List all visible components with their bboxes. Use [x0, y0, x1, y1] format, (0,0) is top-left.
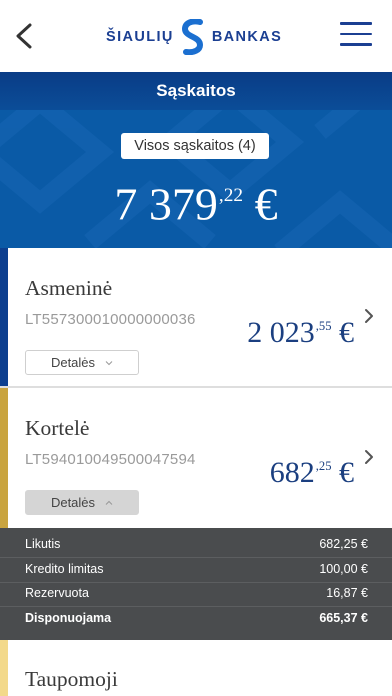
account-details-panel: Likutis 682,25 € Kredito limitas 100,00 …: [0, 528, 392, 640]
account-card-card[interactable]: Kortelė LT594010049500047594 682,25 € De…: [0, 388, 392, 528]
account-color-stripe: [0, 640, 8, 696]
details-row-value: 16,87 €: [326, 586, 368, 600]
total-currency-symbol: €: [254, 178, 278, 230]
account-name: Taupomoji: [25, 667, 118, 691]
chevron-down-icon: [105, 360, 113, 365]
details-row-reserved: Rezervuota 16,87 €: [25, 581, 368, 605]
chevron-up-icon: [105, 500, 113, 505]
account-balance: 682,25 €: [270, 456, 354, 490]
menu-button[interactable]: [340, 22, 372, 50]
total-balance-currency: [243, 178, 255, 229]
account-balance-decimal: ,55: [315, 319, 332, 334]
account-card-personal[interactable]: Asmeninė LT557300010000000036 2 023,55 €…: [0, 248, 392, 386]
back-button[interactable]: [8, 16, 44, 56]
account-color-stripe: [0, 388, 8, 528]
chevron-right-icon[interactable]: [362, 448, 376, 466]
total-balance: 7 379,22 €: [0, 166, 392, 234]
balance-gap: [332, 316, 340, 349]
brand-name-right: BANKAS: [211, 29, 283, 45]
account-balance-integer: 2 023: [247, 316, 315, 349]
account-balance: 2 023,55 €: [247, 316, 354, 350]
details-row-value: 100,00 €: [319, 562, 368, 576]
chevron-right-icon[interactable]: [362, 307, 376, 325]
details-button[interactable]: Detalės: [25, 350, 139, 375]
balance-gap: [332, 456, 340, 489]
details-button[interactable]: Detalės: [25, 490, 139, 515]
account-card-savings[interactable]: Taupomoji: [0, 640, 392, 696]
brand-name-left: ŠIAULIŲ: [106, 29, 174, 45]
page-title: Sąskaitos: [156, 81, 236, 100]
account-iban: LT557300010000000036: [25, 311, 196, 328]
details-row-label: Kredito limitas: [25, 562, 104, 576]
details-button-label: Detalės: [50, 495, 96, 510]
details-row-credit-limit: Kredito limitas 100,00 €: [25, 557, 368, 581]
bank-logo-icon: [181, 19, 203, 55]
chevron-left-icon: [16, 23, 32, 49]
details-row-label: Rezervuota: [25, 586, 89, 600]
account-color-stripe: [0, 248, 8, 386]
details-row-value: 665,37 €: [319, 611, 368, 625]
total-balance-integer: 7 379: [114, 178, 218, 230]
details-row-balance: Likutis 682,25 €: [25, 532, 368, 556]
details-row-label: Disponuojama: [25, 611, 112, 625]
account-iban: LT594010049500047594: [25, 451, 196, 468]
bank-logo: ŠIAULIŲ BANKAS: [106, 19, 282, 55]
details-row-available: Disponuojama 665,37 €: [25, 606, 368, 630]
all-accounts-button[interactable]: Visos sąskaitos (4): [121, 133, 269, 159]
hamburger-menu-icon: [340, 22, 372, 46]
total-balance-decimal: ,22: [218, 185, 244, 206]
page-title-bar: Sąskaitos: [0, 72, 392, 110]
account-name: Asmeninė: [25, 276, 113, 300]
details-row-label: Likutis: [25, 537, 61, 551]
account-balance-integer: 682: [269, 456, 315, 489]
account-name: Kortelė: [25, 416, 90, 440]
account-balance-currency: €: [339, 456, 354, 489]
details-button-label: Detalės: [50, 355, 96, 370]
account-balance-decimal: ,25: [315, 459, 332, 474]
account-balance-currency: €: [339, 316, 354, 349]
app-bar: ŠIAULIŲ BANKAS: [0, 0, 392, 72]
details-row-value: 682,25 €: [319, 537, 368, 551]
